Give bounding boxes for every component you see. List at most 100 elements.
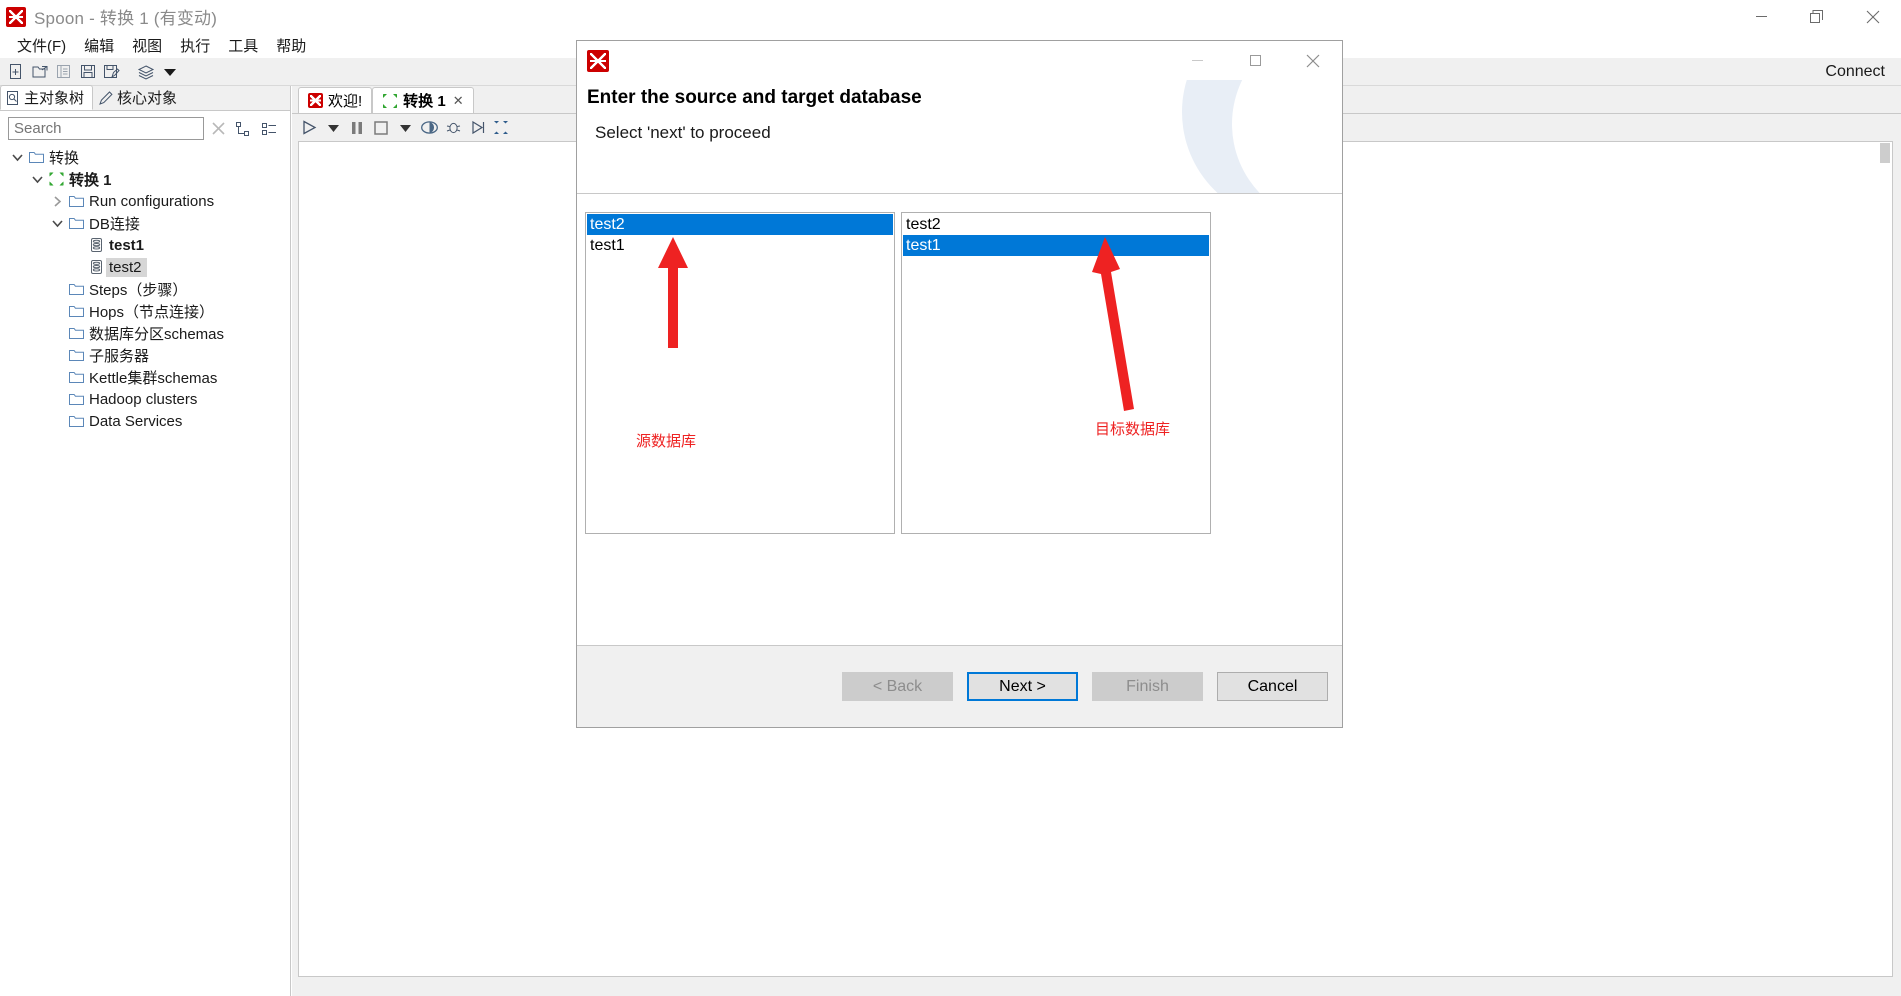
debug-icon[interactable] xyxy=(442,117,464,139)
source-database-list[interactable]: test2 test1 xyxy=(585,212,895,534)
tab-core-objects[interactable]: 核心对象 xyxy=(93,85,185,110)
kettle-icon xyxy=(6,6,26,27)
left-panel: 主对象树 核心对象 Search 转换 转换 1 Run configurati… xyxy=(0,85,291,996)
window-title: Spoon - 转换 1 (有变动) xyxy=(34,9,218,28)
spoon-application-window: Spoon - 转换 1 (有变动) 文件(F) 编辑 视图 执行 工具 帮助 … xyxy=(0,0,1901,996)
finish-button[interactable]: Finish xyxy=(1092,672,1203,701)
tree-item-label: DB连接 xyxy=(89,215,140,233)
close-icon[interactable] xyxy=(1845,0,1901,33)
tree-item-label: 转换 xyxy=(49,149,80,167)
open-file-icon[interactable] xyxy=(28,60,52,84)
window-controls xyxy=(1733,0,1901,33)
dialog-subtitle: Select 'next' to proceed xyxy=(595,123,771,142)
tab-welcome[interactable]: 欢迎! xyxy=(298,87,373,113)
next-button[interactable]: Next > xyxy=(967,672,1078,701)
title-bar: Spoon - 转换 1 (有变动) xyxy=(0,0,1901,33)
tab-main-object-tree[interactable]: 主对象树 xyxy=(0,85,94,110)
menu-edit[interactable]: 编辑 xyxy=(75,35,123,56)
transformation-icon xyxy=(46,170,66,188)
tree-item-label: Steps（步骤） xyxy=(89,281,188,299)
verify-icon[interactable] xyxy=(490,117,512,139)
tab-main-object-tree-label: 主对象树 xyxy=(24,90,85,107)
clear-x-icon[interactable] xyxy=(208,119,228,139)
dropdown-arrow-icon[interactable] xyxy=(158,60,182,84)
stop-options-dropdown-icon[interactable] xyxy=(394,117,416,139)
list-item[interactable]: test2 xyxy=(587,214,893,235)
menu-file[interactable]: 文件(F) xyxy=(8,35,75,56)
canvas-horizontal-scrollbar[interactable] xyxy=(298,980,1893,994)
new-file-icon[interactable] xyxy=(4,60,28,84)
close-icon[interactable] xyxy=(1284,41,1342,80)
back-button[interactable]: < Back xyxy=(842,672,953,701)
tree-item-label: Hops（节点连接） xyxy=(89,303,215,321)
close-icon[interactable]: ✕ xyxy=(453,93,464,109)
menu-help[interactable]: 帮助 xyxy=(267,35,315,56)
tree-item[interactable]: 转换 1 xyxy=(0,168,290,190)
tree-item-label: test1 xyxy=(109,236,145,254)
folder-icon xyxy=(66,390,86,408)
tab-welcome-label: 欢迎! xyxy=(328,93,363,110)
tree-item[interactable]: test2 xyxy=(0,256,290,278)
tree-item[interactable]: 转换 xyxy=(0,146,290,168)
chevron-down-icon[interactable] xyxy=(28,170,46,188)
object-tree: 转换 转换 1 Run configurations DB连接 test1 test2 St… xyxy=(0,144,290,432)
list-item[interactable]: test1 xyxy=(903,235,1209,256)
kettle-icon xyxy=(587,49,609,72)
tree-item[interactable]: DB连接 xyxy=(0,212,290,234)
list-item[interactable]: test1 xyxy=(587,235,893,256)
explore-repository-icon[interactable] xyxy=(52,60,76,84)
tree-item[interactable]: 子服务器 xyxy=(0,344,290,366)
chevron-down-icon[interactable] xyxy=(48,214,66,232)
folder-icon xyxy=(66,192,86,210)
canvas-vertical-scrollbar[interactable] xyxy=(1879,143,1891,976)
dialog-title-bar xyxy=(577,41,1342,80)
layers-icon[interactable] xyxy=(134,60,158,84)
expand-all-icon[interactable] xyxy=(232,119,254,139)
tree-item[interactable]: Data Services xyxy=(0,410,290,432)
scrollbar-thumb[interactable] xyxy=(1880,143,1890,163)
run-icon[interactable] xyxy=(298,117,320,139)
tree-item[interactable]: Steps（步骤） xyxy=(0,278,290,300)
preview-icon[interactable] xyxy=(418,117,440,139)
tree-item[interactable]: 数据库分区schemas xyxy=(0,322,290,344)
folder-icon xyxy=(26,148,46,166)
pencil-icon xyxy=(99,90,113,105)
target-database-list[interactable]: test2 test1 xyxy=(901,212,1211,534)
pause-icon[interactable] xyxy=(346,117,368,139)
tree-item[interactable]: Run configurations xyxy=(0,190,290,212)
search-input[interactable] xyxy=(8,117,204,140)
dialog-footer: < Back Next > Finish Cancel xyxy=(577,645,1342,727)
save-as-icon[interactable] xyxy=(100,60,124,84)
tree-item[interactable]: Kettle集群schemas xyxy=(0,366,290,388)
chevron-right-icon[interactable] xyxy=(48,192,66,210)
menu-run[interactable]: 执行 xyxy=(171,35,219,56)
search-row xyxy=(0,111,290,144)
menu-view[interactable]: 视图 xyxy=(123,35,171,56)
chevron-down-icon[interactable] xyxy=(8,148,26,166)
list-item[interactable]: test2 xyxy=(903,214,1209,235)
transformation-icon xyxy=(382,93,398,109)
cancel-button[interactable]: Cancel xyxy=(1217,672,1328,701)
replay-icon[interactable] xyxy=(466,117,488,139)
maximize-icon[interactable] xyxy=(1226,41,1284,80)
folder-icon xyxy=(66,324,86,342)
tab-transformation-1[interactable]: 转换 1 ✕ xyxy=(372,87,474,113)
source-annotation-label: 源数据库 xyxy=(636,433,697,450)
tree-item[interactable]: test1 xyxy=(0,234,290,256)
save-icon[interactable] xyxy=(76,60,100,84)
minimize-icon[interactable] xyxy=(1168,41,1226,80)
run-options-dropdown-icon[interactable] xyxy=(322,117,344,139)
collapse-all-icon[interactable] xyxy=(258,119,280,139)
restore-icon[interactable] xyxy=(1789,0,1845,33)
tree-item-label: Data Services xyxy=(89,412,183,430)
minimize-icon[interactable] xyxy=(1733,0,1789,33)
tree-item[interactable]: Hadoop clusters xyxy=(0,388,290,410)
view-tree-icon xyxy=(7,90,20,105)
menu-tools[interactable]: 工具 xyxy=(219,35,267,56)
tree-item[interactable]: Hops（节点连接） xyxy=(0,300,290,322)
tab-core-objects-label: 核心对象 xyxy=(117,90,178,107)
database-icon xyxy=(86,236,106,254)
connect-label[interactable]: Connect xyxy=(1825,58,1885,86)
stop-icon[interactable] xyxy=(370,117,392,139)
tree-item-label: 子服务器 xyxy=(89,347,150,365)
